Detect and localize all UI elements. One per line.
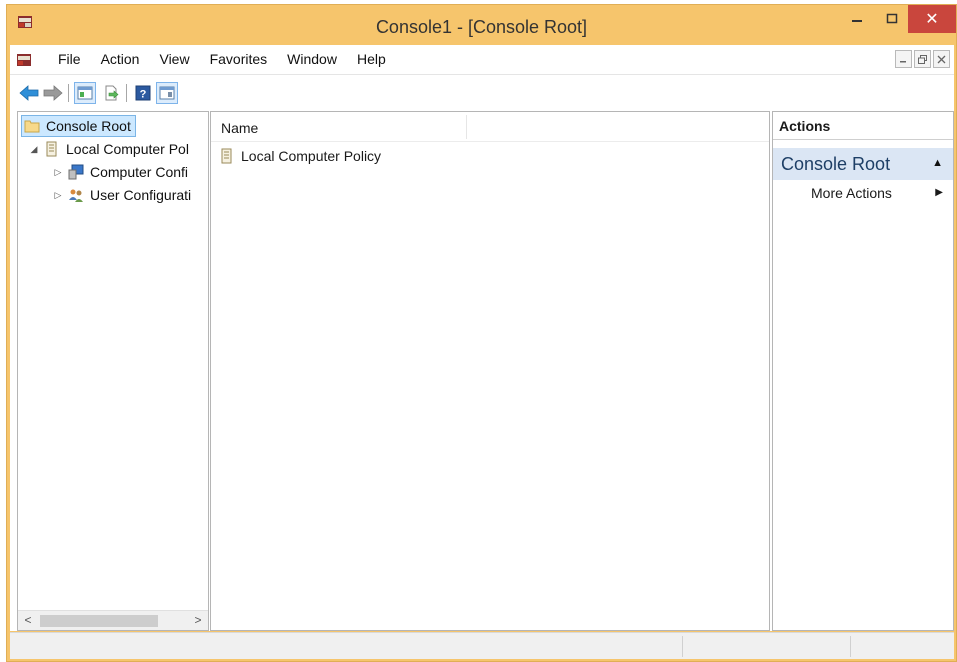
more-actions-item[interactable]: More Actions ▶ xyxy=(773,182,953,206)
actions-title: Actions xyxy=(779,118,831,134)
tree-item-label: Local Computer Pol xyxy=(66,141,189,157)
menu-window[interactable]: Window xyxy=(277,51,347,67)
column-divider[interactable] xyxy=(466,115,467,139)
close-button[interactable]: ✕ xyxy=(908,5,956,33)
maximize-button[interactable] xyxy=(875,5,909,33)
list-item-label: Local Computer Policy xyxy=(241,148,382,164)
forward-button[interactable] xyxy=(42,82,64,104)
collapsed-arrow-icon[interactable]: ▷ xyxy=(52,167,64,178)
tree-item-console-root[interactable]: Console Root xyxy=(21,115,136,137)
mdi-close-button[interactable] xyxy=(933,50,950,68)
export-list-button[interactable] xyxy=(100,82,122,104)
more-actions-label: More Actions xyxy=(811,185,892,201)
status-bar xyxy=(10,632,954,659)
name-column-header[interactable]: Name xyxy=(221,120,258,136)
actions-group-console-root[interactable]: Console Root ▲ xyxy=(773,148,953,180)
back-icon xyxy=(19,85,39,101)
back-button[interactable] xyxy=(18,82,40,104)
folder-icon xyxy=(24,120,40,133)
close-icon: ✕ xyxy=(925,11,939,28)
collapse-up-icon[interactable]: ▲ xyxy=(932,157,943,169)
action-pane-icon xyxy=(159,86,175,100)
menu-favorites[interactable]: Favorites xyxy=(200,51,278,67)
column-header: Name xyxy=(211,112,769,142)
mdi-minimize-button[interactable] xyxy=(895,50,912,68)
menu-view[interactable]: View xyxy=(149,51,199,67)
computer-icon xyxy=(68,164,84,180)
policy-scroll-icon xyxy=(221,148,232,164)
help-icon: ? xyxy=(135,85,151,101)
scroll-thumb[interactable] xyxy=(40,615,158,627)
title-bar: Console1 - [Console Root] ✕ xyxy=(7,5,956,45)
horizontal-scrollbar[interactable]: < > xyxy=(18,610,208,630)
restore-icon xyxy=(918,54,927,64)
forward-icon xyxy=(43,85,63,101)
tree-item-label: Console Root xyxy=(46,118,131,134)
collapsed-arrow-icon[interactable]: ▷ xyxy=(52,190,64,201)
tree-item-computer-configuration[interactable]: ▷ Computer Confi xyxy=(52,161,189,183)
menu-bar: File Action View Favorites Window Help xyxy=(10,45,954,75)
export-list-icon xyxy=(105,85,119,101)
minimize-icon xyxy=(900,60,906,62)
minimize-icon xyxy=(852,20,862,22)
menu-action[interactable]: Action xyxy=(91,51,150,67)
actions-pane: Actions Console Root ▲ More Actions ▶ xyxy=(772,111,954,631)
console-tree-pane: Console Root ◢ Local Computer Pol ▷ Comp… xyxy=(17,111,209,631)
menu-file[interactable]: File xyxy=(48,51,91,67)
menu-help[interactable]: Help xyxy=(347,51,396,67)
actions-header: Actions xyxy=(773,112,953,140)
tree-item-label: User Configurati xyxy=(90,187,192,203)
maximize-icon xyxy=(886,13,898,24)
scroll-right-icon[interactable]: > xyxy=(190,613,206,627)
show-hide-action-pane-button[interactable] xyxy=(156,82,178,104)
result-list-pane: Name Local Computer Policy xyxy=(210,111,770,631)
tree-item-user-configuration[interactable]: ▷ User Configurati xyxy=(52,184,192,206)
mmc-window: Console1 - [Console Root] ✕ File Action … xyxy=(6,4,957,662)
actions-group-label: Console Root xyxy=(781,154,891,174)
window-title: Console1 - [Console Root] xyxy=(375,17,588,37)
minimize-button[interactable] xyxy=(840,5,874,33)
users-icon xyxy=(69,189,83,202)
submenu-arrow-icon: ▶ xyxy=(935,187,943,198)
close-icon xyxy=(937,55,946,63)
list-item[interactable]: Local Computer Policy xyxy=(219,148,381,164)
show-hide-console-tree-button[interactable] xyxy=(74,82,96,104)
tree-item-local-computer-policy[interactable]: ◢ Local Computer Pol xyxy=(28,138,189,160)
expanded-arrow-icon[interactable]: ◢ xyxy=(28,144,40,155)
toolbar: ? xyxy=(10,75,954,111)
mdi-restore-button[interactable] xyxy=(914,50,931,68)
console-tree-icon xyxy=(77,86,93,100)
scroll-left-icon[interactable]: < xyxy=(20,613,36,627)
svg-text:?: ? xyxy=(140,89,147,101)
help-button[interactable]: ? xyxy=(132,82,154,104)
content-area: Console Root ◢ Local Computer Pol ▷ Comp… xyxy=(10,111,954,631)
tree-item-label: Computer Confi xyxy=(90,164,189,180)
policy-scroll-icon xyxy=(46,141,57,157)
mmc-menu-icon[interactable] xyxy=(16,52,32,68)
